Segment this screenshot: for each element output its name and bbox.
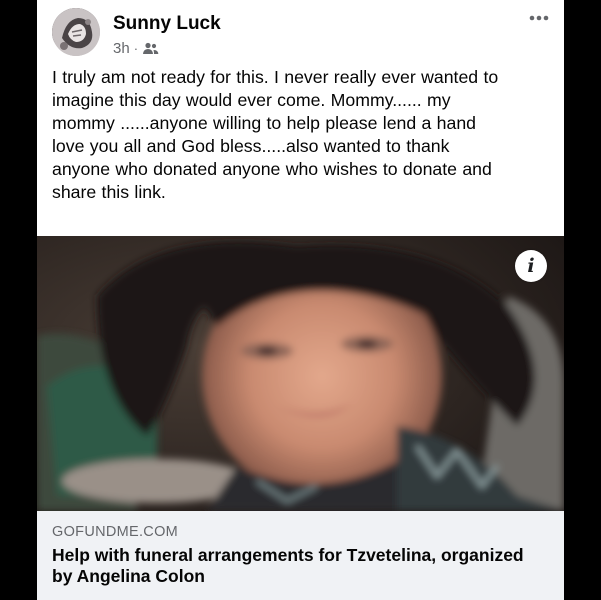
link-title[interactable]: Help with funeral arrangements for Tzvet… — [52, 545, 552, 587]
meta-separator: · — [133, 41, 139, 56]
post-body-text: I truly am not ready for this. I never r… — [52, 67, 499, 202]
info-icon-glyph: i — [527, 255, 535, 277]
avatar[interactable] — [52, 8, 100, 56]
post-header: Sunny Luck 3h · — [37, 0, 564, 62]
info-icon[interactable]: i — [515, 250, 547, 282]
post-meta: 3h · — [113, 40, 159, 57]
author-name[interactable]: Sunny Luck — [113, 13, 221, 35]
link-domain: GOFUNDME.COM — [52, 524, 179, 540]
post-card: Sunny Luck 3h · I truly am not ready for… — [37, 0, 564, 600]
friends-icon[interactable] — [142, 42, 159, 55]
avatar-image — [52, 8, 100, 56]
more-options-icon[interactable] — [527, 9, 551, 27]
link-preview-footer[interactable]: GOFUNDME.COM Help with funeral arrangeme… — [37, 511, 564, 600]
post-timestamp[interactable]: 3h — [113, 40, 130, 57]
link-preview-image[interactable] — [37, 236, 564, 511]
